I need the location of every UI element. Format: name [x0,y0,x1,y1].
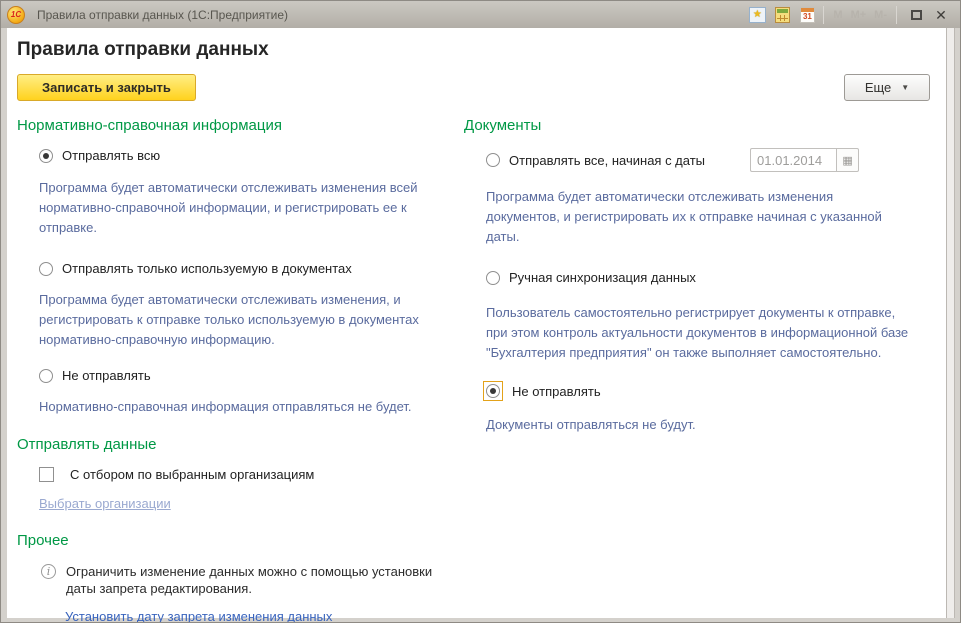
radio-button[interactable] [39,262,53,276]
favorites-button[interactable]: ★ [746,5,768,25]
memory-add-button[interactable]: M+ [847,9,871,21]
checkbox-filter-by-organizations[interactable]: С отбором по выбранным организациям [39,467,464,482]
section-header-other: Прочее [17,532,464,549]
more-button[interactable]: Еще ▼ [844,74,930,101]
close-button[interactable]: ✕ [930,5,952,25]
info-row: i Ограничить изменение данных можно с по… [41,563,464,597]
left-column: Нормативно-справочная информация Отправл… [7,117,464,623]
info-icon: i [41,564,56,579]
close-icon: ✕ [935,8,947,22]
memory-recall-button[interactable]: M [829,9,846,21]
calendar-grid-icon: ▦ [842,154,852,167]
titlebar-separator [823,6,824,24]
radio-nsi-send-used-only[interactable]: Отправлять только используемую в докумен… [39,261,464,276]
radio-docs-do-not-send[interactable]: Не отправлять [483,381,928,401]
page-title: Правила отправки данных [17,39,948,61]
radio-nsi-do-not-send[interactable]: Не отправлять [39,368,464,383]
radio-button-selected-focused[interactable] [486,384,500,398]
description-nsi-send-used-only: Программа будет автоматически отслеживат… [39,290,464,350]
calendar-icon: 31 [800,7,815,23]
description-docs-manual-sync: Пользователь самостоятельно регистрирует… [486,303,928,363]
memory-subtract-button[interactable]: M- [870,9,891,21]
section-header-documents: Документы [464,117,928,134]
form-content: Правила отправки данных Записать и закры… [7,28,948,618]
right-column: Документы Отправлять все, начиная с даты… [464,117,948,623]
radio-docs-send-all-from-date[interactable]: Отправлять все, начиная с даты ▦ [486,148,928,172]
radio-button[interactable] [39,369,53,383]
calculator-icon [775,7,790,23]
description-nsi-send-all: Программа будет автоматически отслеживат… [39,178,464,238]
section-header-send-data: Отправлять данные [17,436,464,453]
star-icon: ★ [749,7,766,23]
maximize-icon [911,10,922,20]
calendar-button[interactable]: 31 [796,5,818,25]
more-button-label: Еще [865,80,891,95]
start-date-input[interactable] [750,148,836,172]
form-columns: Нормативно-справочная информация Отправл… [7,117,948,623]
date-picker-button[interactable]: ▦ [836,148,859,172]
calculator-button[interactable] [771,5,793,25]
set-restriction-date-link[interactable]: Установить дату запрета изменения данных [65,609,332,623]
titlebar: 1С Правила отправки данных (1С:Предприят… [1,1,960,28]
description-docs-do-not-send: Документы отправляться не будут. [486,415,928,435]
titlebar-separator [896,6,897,24]
radio-docs-manual-sync[interactable]: Ручная синхронизация данных [486,270,928,285]
radio-button[interactable] [486,271,500,285]
save-and-close-button[interactable]: Записать и закрыть [17,74,196,101]
radio-nsi-send-all[interactable]: Отправлять всю [39,148,464,163]
select-organizations-link[interactable]: Выбрать организации [39,496,171,511]
chevron-down-icon: ▼ [901,83,909,92]
section-header-nsi: Нормативно-справочная информация [17,117,464,134]
description-docs-send-from-date: Программа будет автоматически отслеживат… [486,187,928,247]
1c-logo-icon: 1С [7,6,25,24]
radio-button-selected[interactable] [39,149,53,163]
command-bar: Записать и закрыть Еще ▼ [17,74,938,101]
date-field-group: ▦ [750,148,859,172]
checkbox[interactable] [39,467,54,482]
radio-button[interactable] [486,153,500,167]
maximize-button[interactable] [905,5,927,25]
app-window: 1С Правила отправки данных (1С:Предприят… [0,0,961,623]
scrollbar-track [946,28,955,618]
window-title: Правила отправки данных (1С:Предприятие) [37,8,743,22]
info-text: Ограничить изменение данных можно с помо… [66,563,464,597]
description-nsi-do-not-send: Нормативно-справочная информация отправл… [39,397,464,417]
focus-ring [483,381,503,401]
